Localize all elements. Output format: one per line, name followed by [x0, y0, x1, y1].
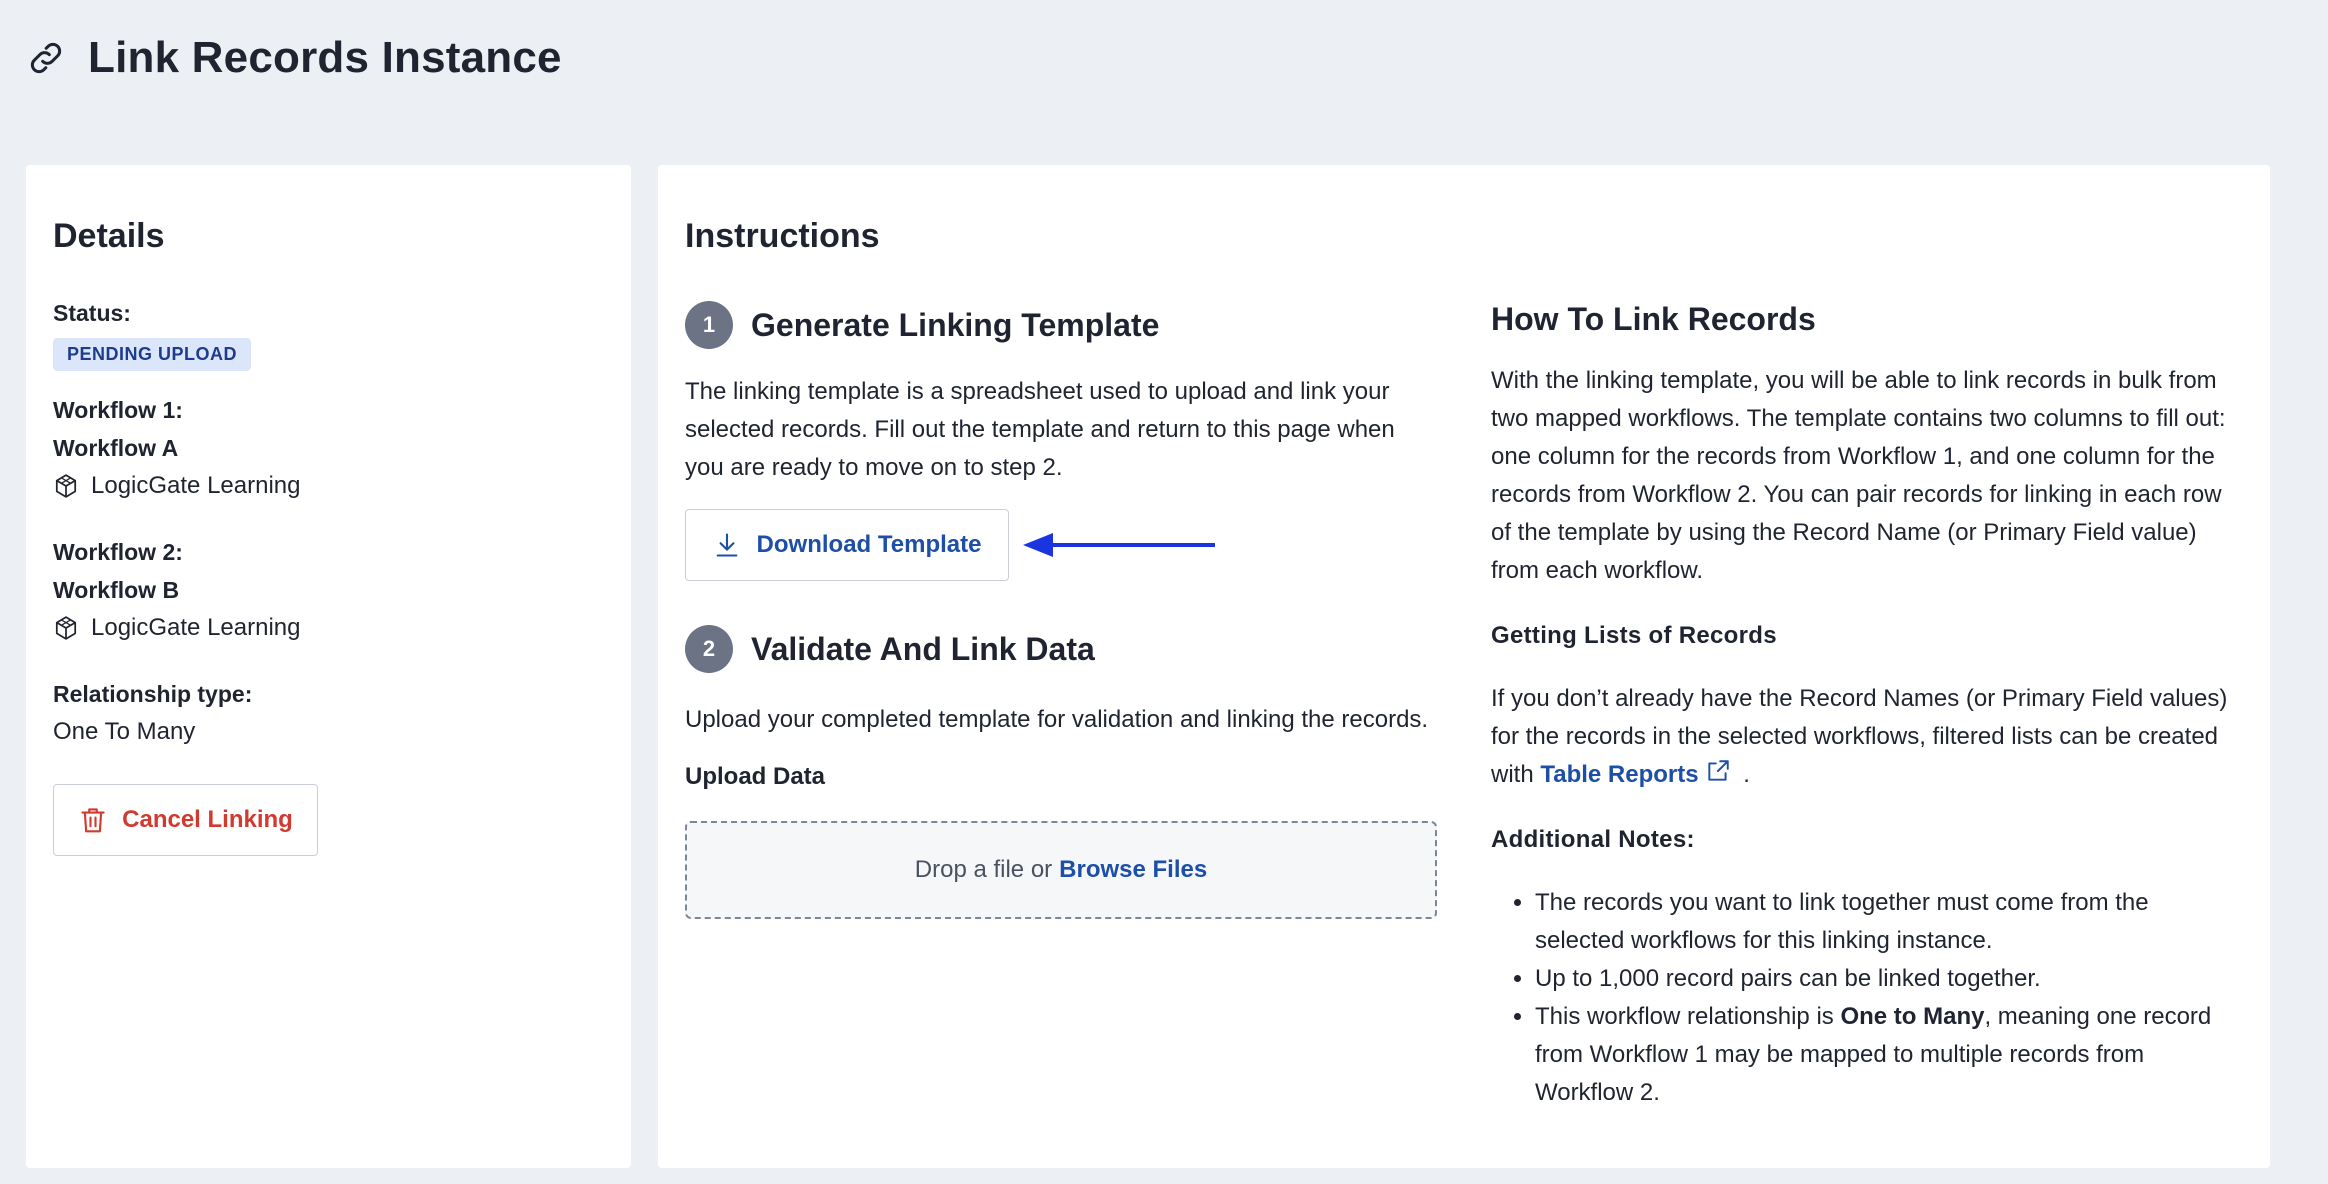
status-label: Status:	[53, 300, 131, 326]
step1-text: The linking template is a spreadsheet us…	[685, 378, 1395, 481]
trash-icon	[81, 808, 105, 833]
file-dropzone[interactable]: Drop a file or Browse Files	[685, 821, 1437, 919]
step1-header: 1 Generate Linking Template	[685, 301, 1437, 349]
upload-data-label: Upload Data	[685, 763, 826, 790]
page-title: Link Records Instance	[88, 33, 562, 82]
workflow2-section: Workflow 2: Workflow B LogicGate Learnin…	[53, 533, 604, 647]
workflow1-section: Workflow 1: Workflow A LogicGate Learnin…	[53, 391, 604, 505]
note3-pre: This workflow relationship is	[1535, 1003, 1834, 1030]
cancel-linking-button[interactable]: Cancel Linking	[53, 784, 318, 856]
how-to-title: How To Link Records	[1491, 301, 1816, 337]
step2-header: 2 Validate And Link Data	[685, 625, 1437, 673]
note-item: The records you want to link together mu…	[1535, 884, 2243, 960]
status-section: Status: PENDING UPLOAD	[53, 294, 604, 371]
lists-title: Getting Lists of Records	[1491, 622, 1777, 649]
step2-text: Upload your completed template for valid…	[685, 706, 1429, 733]
pointer-arrow-icon	[1023, 533, 1215, 557]
how-to-column: How To Link Records With the linking tem…	[1491, 301, 2243, 1112]
note3-bold: One to Many	[1840, 1003, 1985, 1030]
notes-list: The records you want to link together mu…	[1535, 884, 2243, 1112]
browse-files-link[interactable]: Browse Files	[1059, 856, 1207, 884]
workflow1-label: Workflow 1:	[53, 397, 183, 423]
notes-title: Additional Notes:	[1491, 826, 1695, 853]
workflow2-app-name: LogicGate Learning	[91, 614, 301, 641]
workflow1-app-name: LogicGate Learning	[91, 472, 301, 499]
download-template-label: Download Template	[756, 531, 982, 558]
app-cube-icon	[55, 474, 77, 498]
step1-number: 1	[685, 301, 733, 349]
relationship-value: One To Many	[53, 718, 196, 745]
workflow2-name: Workflow B	[53, 577, 180, 603]
lists-paragraph: If you don’t already have the Record Nam…	[1491, 680, 2243, 794]
step2-title: Validate And Link Data	[751, 630, 1095, 667]
table-reports-link[interactable]: Table Reports	[1540, 761, 1698, 788]
details-card: Details Status: PENDING UPLOAD Workflow …	[26, 165, 631, 1168]
page-header: Link Records Instance	[26, 28, 562, 88]
instructions-title: Instructions	[685, 217, 880, 255]
app-cube-icon	[55, 616, 77, 640]
workflow2-label: Workflow 2:	[53, 539, 183, 565]
status-badge: PENDING UPLOAD	[53, 338, 252, 371]
download-template-button[interactable]: Download Template	[685, 509, 1009, 581]
download-row: Download Template	[685, 509, 1437, 581]
workflow1-app: LogicGate Learning	[53, 467, 604, 505]
link-icon	[30, 42, 62, 74]
step1-title: Generate Linking Template	[751, 306, 1160, 343]
note-item: This workflow relationship is One to Man…	[1535, 998, 2243, 1112]
note-item: Up to 1,000 record pairs can be linked t…	[1535, 960, 2243, 998]
cancel-linking-label: Cancel Linking	[122, 806, 293, 833]
lists-text-end: .	[1743, 761, 1750, 788]
how-to-text: With the linking template, you will be a…	[1491, 367, 2226, 584]
external-link-icon[interactable]	[1705, 758, 1731, 784]
steps-column: 1 Generate Linking Template The linking …	[685, 301, 1437, 1112]
details-title: Details	[53, 217, 165, 255]
workflow2-app: LogicGate Learning	[53, 609, 604, 647]
relationship-section: Relationship type: One To Many	[53, 675, 604, 751]
workflow1-name: Workflow A	[53, 435, 179, 461]
instructions-card: Instructions 1 Generate Linking Template…	[658, 165, 2270, 1168]
step2-number: 2	[685, 625, 733, 673]
drop-text: Drop a file or	[914, 856, 1053, 883]
relationship-label: Relationship type:	[53, 681, 253, 707]
download-icon	[716, 533, 737, 557]
